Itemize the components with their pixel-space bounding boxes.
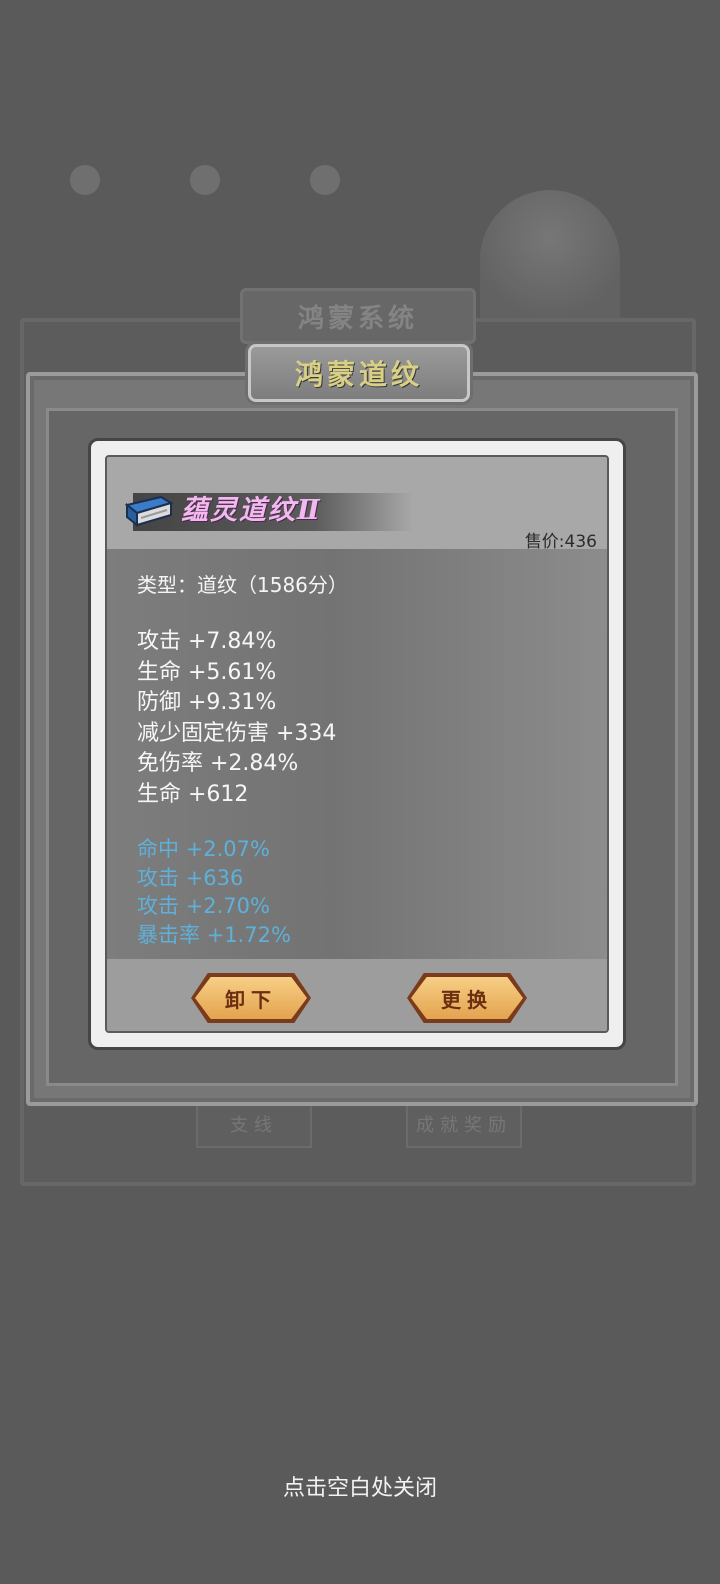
item-type: 类型：道纹（1586分） xyxy=(137,573,348,597)
close-hint[interactable]: 点击空白处关闭 xyxy=(0,1470,720,1502)
background-tab-achievements: 成就奖励 xyxy=(406,1100,522,1148)
extra-stat-line: 命中 +2.07% xyxy=(137,837,270,861)
topbar-icon xyxy=(310,165,340,195)
stat-line: 生命 +612 xyxy=(137,781,249,807)
book-icon xyxy=(124,495,174,528)
item-detail-popup: 蕴灵道纹Ⅱ 售价:436 类型：道纹（1586分） 攻击 +7.84% 生命 +… xyxy=(88,438,626,1050)
topbar-icon xyxy=(190,165,220,195)
extra-stats-list: 命中 +2.07% 攻击 +636 攻击 +2.70% 暴击率 +1.72% xyxy=(137,835,291,949)
action-buttons: 卸下 更换 xyxy=(107,959,607,1031)
panel-title-plaque: 鸿蒙道纹 xyxy=(248,344,470,402)
topbar-icon xyxy=(70,165,100,195)
item-stats: 类型：道纹（1586分） 攻击 +7.84% 生命 +5.61% 防御 +9.3… xyxy=(107,549,607,959)
base-stats-list: 攻击 +7.84% 生命 +5.61% 防御 +9.31% 减少固定伤害 +33… xyxy=(137,627,336,811)
extra-stat-line: 攻击 +2.70% xyxy=(137,894,270,919)
system-title: 鸿蒙系统 xyxy=(240,288,476,344)
replace-button-label: 更换 xyxy=(441,987,493,1012)
stat-line: 生命 +5.61% xyxy=(137,659,277,685)
item-detail-content: 蕴灵道纹Ⅱ 售价:436 类型：道纹（1586分） 攻击 +7.84% 生命 +… xyxy=(105,455,609,1033)
replace-button[interactable]: 更换 xyxy=(407,973,527,1023)
stat-line: 减少固定伤害 +334 xyxy=(137,720,337,746)
stat-line: 免伤率 +2.84% xyxy=(137,751,299,777)
panel-title: 鸿蒙道纹 xyxy=(294,358,423,391)
character-portrait xyxy=(480,190,620,330)
unequip-button[interactable]: 卸下 xyxy=(191,973,311,1023)
extra-stat-line: 暴击率 +1.72% xyxy=(137,922,291,947)
stat-line: 防御 +9.31% xyxy=(137,690,277,716)
unequip-button-label: 卸下 xyxy=(225,987,277,1012)
item-name: 蕴灵道纹Ⅱ xyxy=(181,495,322,526)
stat-line: 攻击 +7.84% xyxy=(137,629,277,654)
item-header: 蕴灵道纹Ⅱ 售价:436 xyxy=(107,457,607,552)
extra-stat-line: 攻击 +636 xyxy=(137,865,244,890)
background-tab-side-quest: 支线 xyxy=(196,1100,312,1148)
